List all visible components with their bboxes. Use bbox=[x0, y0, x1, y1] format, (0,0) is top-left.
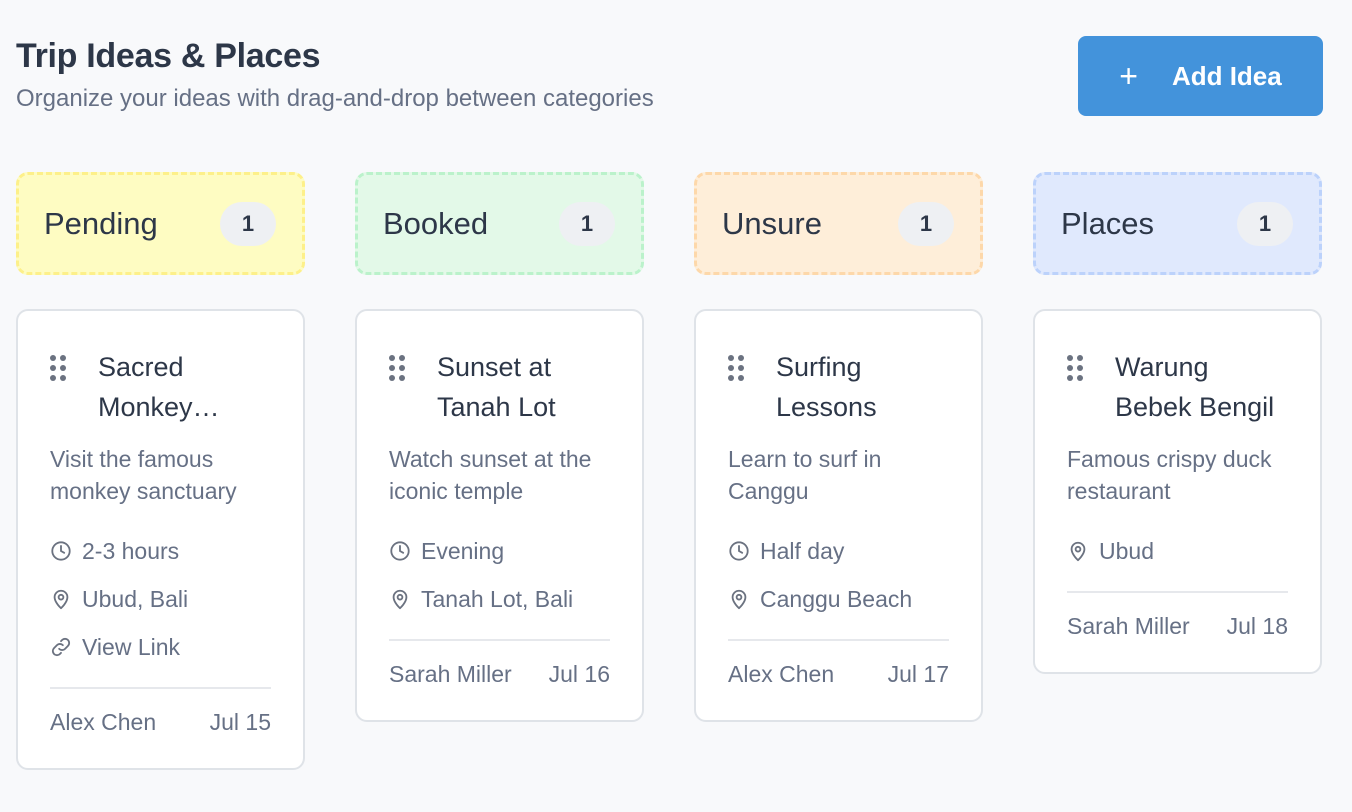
card-footer: Sarah Miller Jul 16 bbox=[389, 661, 610, 688]
drag-handle-icon[interactable] bbox=[1067, 355, 1083, 381]
card-meta: Ubud bbox=[1067, 527, 1288, 575]
card-author: Alex Chen bbox=[728, 661, 835, 687]
idea-card[interactable]: Surfing Lessons Learn to surf in Canggu … bbox=[694, 309, 983, 722]
location-text: Tanah Lot, Bali bbox=[421, 585, 574, 612]
column-places: Places 1 Warung Bebek Bengil Famous cris… bbox=[1033, 172, 1322, 770]
duration-text: Half day bbox=[760, 537, 845, 564]
add-idea-button[interactable]: + Add Idea bbox=[1078, 36, 1323, 116]
card-date: Jul 16 bbox=[548, 661, 610, 687]
card-author: Sarah Miller bbox=[1067, 613, 1190, 639]
location-text: Ubud bbox=[1099, 537, 1154, 564]
card-date: Jul 18 bbox=[1226, 613, 1288, 639]
map-pin-icon bbox=[1070, 541, 1086, 562]
column-title: Unsure bbox=[722, 205, 822, 241]
card-date: Jul 15 bbox=[209, 709, 271, 735]
column-header-pending[interactable]: Pending 1 bbox=[16, 172, 305, 275]
idea-card[interactable]: Sacred Monkey Forest Sanctuary Visit the… bbox=[16, 309, 305, 770]
column-pending: Pending 1 Sacred Monkey Forest Sanctuary… bbox=[16, 172, 305, 770]
card-header: Warung Bebek Bengil bbox=[1067, 347, 1288, 427]
link-icon bbox=[51, 637, 71, 657]
view-link-label: View Link bbox=[82, 633, 181, 660]
card-meta: Evening Tanah Lot, Bali bbox=[389, 527, 610, 623]
location-row: Canggu Beach bbox=[728, 575, 949, 623]
card-divider bbox=[728, 639, 949, 641]
card-meta: Half day Canggu Beach bbox=[728, 527, 949, 623]
card-author: Alex Chen bbox=[50, 709, 157, 735]
clock-icon bbox=[729, 541, 749, 561]
card-description: Visit the famous monkey sanctuary bbox=[50, 446, 237, 504]
column-count-badge: 1 bbox=[220, 201, 276, 246]
add-idea-label: Add Idea bbox=[1171, 60, 1282, 91]
card-divider bbox=[1067, 591, 1288, 593]
column-unsure: Unsure 1 Surfing Lessons Learn to surf i… bbox=[694, 172, 983, 770]
card-date: Jul 17 bbox=[887, 661, 949, 687]
plus-icon: + bbox=[1119, 58, 1138, 94]
column-header-booked[interactable]: Booked 1 bbox=[355, 172, 644, 275]
card-description: Learn to surf in Canggu bbox=[728, 446, 882, 504]
card-divider bbox=[50, 687, 271, 689]
location-row: Ubud bbox=[1067, 527, 1288, 575]
column-count-badge: 1 bbox=[898, 201, 954, 246]
card-header: Sacred Monkey Forest Sanctuary bbox=[50, 347, 271, 427]
duration-text: 2-3 hours bbox=[82, 537, 180, 564]
column-header-places[interactable]: Places 1 bbox=[1033, 172, 1322, 275]
card-title: Warung Bebek Bengil bbox=[1115, 352, 1275, 422]
clock-icon bbox=[51, 541, 71, 561]
column-count-badge: 1 bbox=[1237, 201, 1293, 246]
drag-handle-icon[interactable] bbox=[389, 355, 405, 381]
map-pin-icon bbox=[392, 589, 408, 610]
drag-handle-icon[interactable] bbox=[50, 355, 66, 381]
location-row: Tanah Lot, Bali bbox=[389, 575, 610, 623]
card-header: Sunset at Tanah Lot bbox=[389, 347, 610, 427]
column-title: Booked bbox=[383, 205, 489, 241]
drag-handle-icon[interactable] bbox=[728, 355, 744, 381]
duration-text: Evening bbox=[421, 537, 505, 564]
clock-icon bbox=[390, 541, 410, 561]
map-pin-icon bbox=[731, 589, 747, 610]
location-row: Ubud, Bali bbox=[50, 575, 271, 623]
idea-card[interactable]: Warung Bebek Bengil Famous crispy duck r… bbox=[1033, 309, 1322, 674]
category-columns: Pending 1 Sacred Monkey Forest Sanctuary… bbox=[16, 172, 1322, 770]
map-pin-icon bbox=[53, 589, 69, 610]
card-footer: Alex Chen Jul 15 bbox=[50, 709, 271, 736]
view-link[interactable]: View Link bbox=[50, 623, 271, 671]
card-author: Sarah Miller bbox=[389, 661, 512, 687]
card-title: Surfing Lessons bbox=[776, 352, 877, 422]
card-description: Watch sunset at the iconic temple bbox=[389, 446, 592, 504]
card-header: Surfing Lessons bbox=[728, 347, 949, 427]
card-divider bbox=[389, 639, 610, 641]
card-title: Sacred Monkey Forest Sanctuary bbox=[98, 352, 193, 422]
column-title: Pending bbox=[44, 205, 158, 241]
duration-row: Evening bbox=[389, 527, 610, 575]
card-description: Famous crispy duck restaurant bbox=[1067, 446, 1272, 504]
column-header-unsure[interactable]: Unsure 1 bbox=[694, 172, 983, 275]
location-text: Canggu Beach bbox=[760, 585, 913, 612]
duration-row: 2-3 hours bbox=[50, 527, 271, 575]
column-count-badge: 1 bbox=[559, 201, 615, 246]
idea-card[interactable]: Sunset at Tanah Lot Watch sunset at the … bbox=[355, 309, 644, 722]
card-title: Sunset at Tanah Lot bbox=[437, 352, 556, 422]
location-text: Ubud, Bali bbox=[82, 585, 189, 612]
card-meta: 2-3 hours Ubud, Bali View Link bbox=[50, 527, 271, 671]
column-title: Places bbox=[1061, 205, 1155, 241]
duration-row: Half day bbox=[728, 527, 949, 575]
card-footer: Alex Chen Jul 17 bbox=[728, 661, 949, 688]
trip-ideas-page: Trip Ideas & Places Organize your ideas … bbox=[0, 0, 1352, 812]
card-footer: Sarah Miller Jul 18 bbox=[1067, 613, 1288, 640]
page-header: Trip Ideas & Places Organize your ideas … bbox=[16, 36, 1323, 126]
column-booked: Booked 1 Sunset at Tanah Lot Watch sunse… bbox=[355, 172, 644, 770]
